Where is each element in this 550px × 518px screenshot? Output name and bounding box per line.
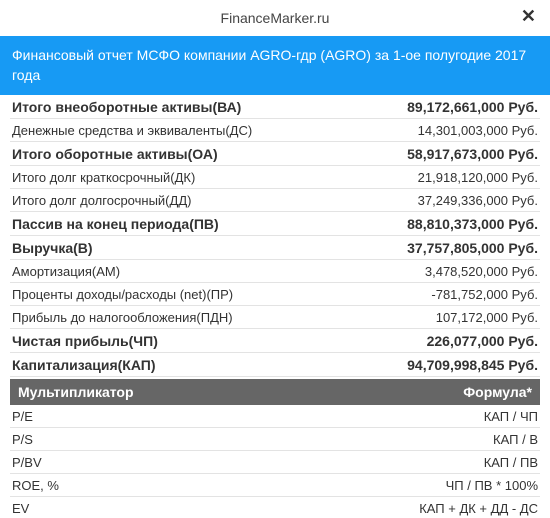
row-label: Итого оборотные активы(ОА): [12, 146, 218, 162]
financial-row: Пассив на конец периода(ПВ) 88,810,373,00…: [10, 212, 540, 236]
row-value: 89,172,661,000 Руб.: [407, 99, 538, 115]
multiplier-row: ROE, % ЧП / ПВ * 100%: [10, 474, 540, 497]
row-value: 226,077,000 Руб.: [427, 333, 538, 349]
multiplier-name: ROE, %: [12, 478, 59, 493]
financial-row: Проценты доходы/расходы (net)(ПР) -781,75…: [10, 283, 540, 306]
close-icon[interactable]: ✕: [521, 6, 536, 27]
row-label: Итого долг долгосрочный(ДД): [12, 193, 191, 208]
multiplier-name: EV: [12, 501, 29, 516]
row-label: Пассив на конец периода(ПВ): [12, 216, 219, 232]
financial-row: Выручка(В) 37,757,805,000 Руб.: [10, 236, 540, 260]
row-label: Денежные средства и эквиваленты(ДС): [12, 123, 252, 138]
multiplier-row: P/BV КАП / ПВ: [10, 451, 540, 474]
multiplier-header-left: Мультипликатор: [18, 384, 134, 400]
financial-row: Итого оборотные активы(ОА) 58,917,673,000…: [10, 142, 540, 166]
multiplier-name: P/BV: [12, 455, 42, 470]
row-value: 14,301,003,000 Руб.: [418, 123, 538, 138]
multiplier-row: P/E КАП / ЧП: [10, 405, 540, 428]
row-label: Амортизация(АМ): [12, 264, 120, 279]
financial-row: Денежные средства и эквиваленты(ДС) 14,30…: [10, 119, 540, 142]
row-value: 21,918,120,000 Руб.: [418, 170, 538, 185]
row-label: Итого внеоборотные активы(ВА): [12, 99, 241, 115]
multiplier-formula: КАП + ДК + ДД - ДС: [419, 501, 538, 516]
multiplier-formula: КАП / В: [493, 432, 538, 447]
header: FinanceMarker.ru ✕: [0, 0, 550, 36]
row-value: 88,810,373,000 Руб.: [407, 216, 538, 232]
multiplier-row: P/S КАП / В: [10, 428, 540, 451]
row-value: 94,709,998,845 Руб.: [407, 357, 538, 373]
multiplier-row: EV КАП + ДК + ДД - ДС: [10, 497, 540, 518]
site-name: FinanceMarker.ru: [221, 10, 330, 26]
row-value: 3,478,520,000 Руб.: [425, 264, 538, 279]
row-value: 37,249,336,000 Руб.: [418, 193, 538, 208]
financial-row: Капитализация(КАП) 94,709,998,845 Руб.: [10, 353, 540, 377]
row-value: -781,752,000 Руб.: [431, 287, 538, 302]
row-label: Капитализация(КАП): [12, 357, 156, 373]
financial-row: Прибыль до налогообложения(ПДН) 107,172,0…: [10, 306, 540, 329]
financial-row: Амортизация(АМ) 3,478,520,000 Руб.: [10, 260, 540, 283]
multiplier-header-right: Формула*: [463, 384, 532, 400]
row-value: 37,757,805,000 Руб.: [407, 240, 538, 256]
financial-row: Чистая прибыль(ЧП) 226,077,000 Руб.: [10, 329, 540, 353]
row-label: Проценты доходы/расходы (net)(ПР): [12, 287, 233, 302]
multiplier-formula: КАП / ПВ: [484, 455, 538, 470]
financial-row: Итого внеоборотные активы(ВА) 89,172,661,…: [10, 95, 540, 119]
content: Итого внеоборотные активы(ВА) 89,172,661,…: [0, 95, 550, 518]
multiplier-formula: ЧП / ПВ * 100%: [446, 478, 538, 493]
report-card: FinanceMarker.ru ✕ Финансовый отчет МСФО…: [0, 0, 550, 518]
row-label: Выручка(В): [12, 240, 93, 256]
multiplier-name: P/S: [12, 432, 33, 447]
multiplier-name: P/E: [12, 409, 33, 424]
row-label: Прибыль до налогообложения(ПДН): [12, 310, 233, 325]
row-label: Чистая прибыль(ЧП): [12, 333, 158, 349]
financial-row: Итого долг краткосрочный(ДК) 21,918,120,0…: [10, 166, 540, 189]
financial-row: Итого долг долгосрочный(ДД) 37,249,336,00…: [10, 189, 540, 212]
row-value: 107,172,000 Руб.: [436, 310, 538, 325]
multiplier-header: Мультипликатор Формула*: [10, 379, 540, 405]
row-label: Итого долг краткосрочный(ДК): [12, 170, 195, 185]
multiplier-formula: КАП / ЧП: [484, 409, 538, 424]
row-value: 58,917,673,000 Руб.: [407, 146, 538, 162]
report-title: Финансовый отчет МСФО компании AGRO-гдр …: [0, 36, 550, 95]
